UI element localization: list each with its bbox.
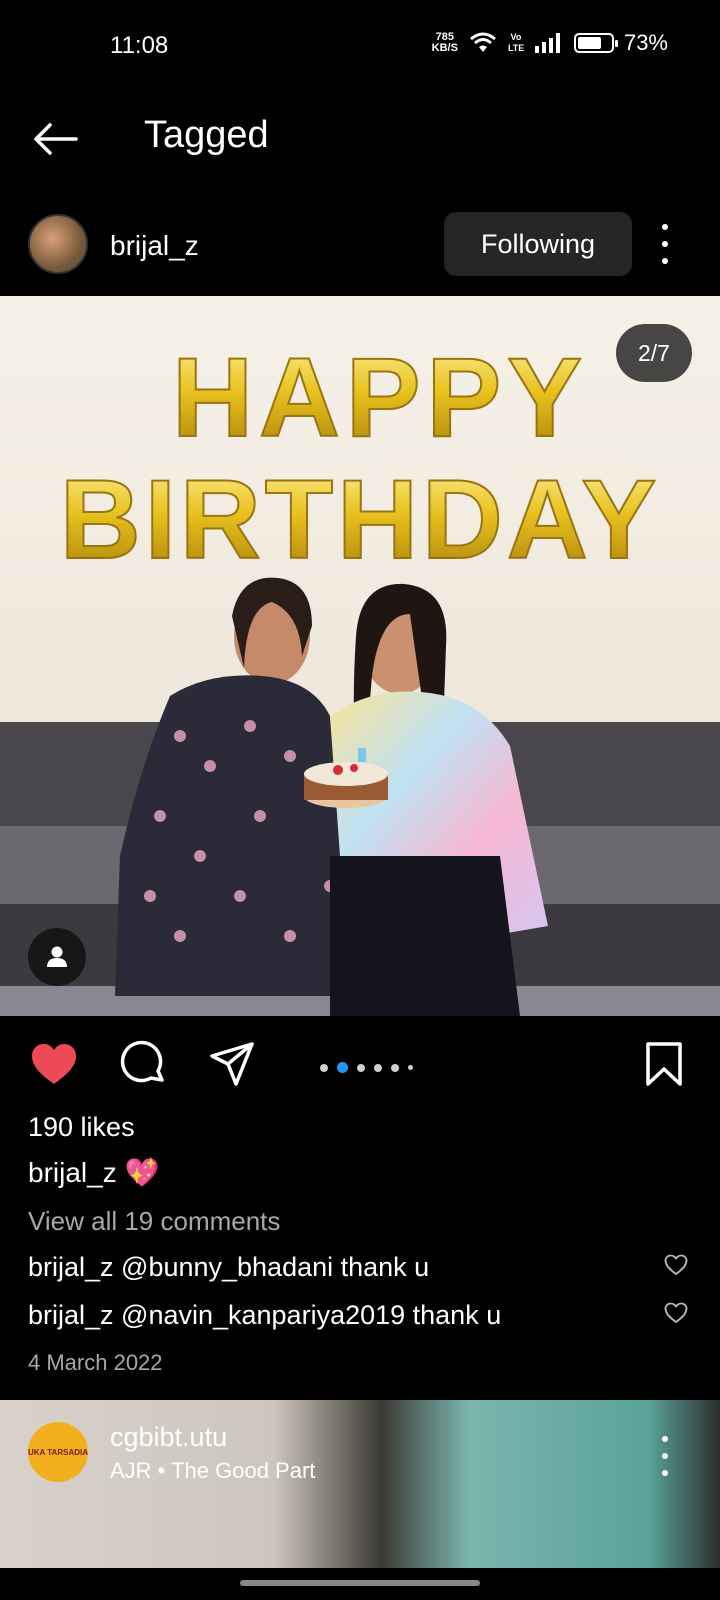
- post-caption: brijal_z 💖: [28, 1157, 160, 1188]
- post-date: 4 March 2022: [28, 1350, 163, 1375]
- heart-filled-icon: [32, 1044, 76, 1084]
- comment-row: brijal_z @navin_kanpariya2019 thank u: [28, 1300, 688, 1331]
- post-actions: [0, 1030, 720, 1094]
- status-icons: 785 KB/S Vo LTE 73%: [432, 30, 668, 56]
- avatar[interactable]: [28, 214, 88, 274]
- more-options-button[interactable]: [650, 224, 680, 264]
- save-button[interactable]: [640, 1040, 688, 1088]
- post-photo[interactable]: HAPPY BIRTHDAY 2/7: [0, 296, 720, 1016]
- carousel-counter: 2/7: [616, 324, 692, 382]
- next-post-avatar[interactable]: UKA TARSADIA: [28, 1422, 88, 1482]
- next-post-audio[interactable]: AJR • The Good Part: [110, 1458, 315, 1484]
- volte-icon: Vo LTE: [507, 32, 525, 53]
- view-all-comments-link[interactable]: View all 19 comments: [28, 1206, 280, 1237]
- speech-bubble-icon: [120, 1040, 164, 1083]
- post-header: brijal_z Following: [0, 206, 720, 286]
- signal-icon: [534, 33, 560, 53]
- like-button[interactable]: [30, 1040, 78, 1088]
- wifi-icon: [469, 32, 496, 52]
- carousel-dot-active: [337, 1062, 348, 1073]
- carousel-indicator: [320, 1062, 413, 1073]
- person-icon: [47, 946, 67, 967]
- next-post-header: UKA TARSADIA cgbibt.utu AJR • The Good P…: [0, 1400, 720, 1568]
- likes-count[interactable]: 190 likes: [28, 1112, 135, 1143]
- heart-outline-icon[interactable]: [664, 1302, 688, 1324]
- carousel-dot: [374, 1063, 382, 1072]
- more-options-button[interactable]: [650, 1436, 680, 1476]
- net-speed: 785 KB/S: [432, 32, 458, 54]
- battery-fill: [577, 37, 602, 49]
- home-indicator[interactable]: [240, 1580, 480, 1586]
- more-dot-icon: [662, 224, 668, 230]
- photo-scene: HAPPY BIRTHDAY: [0, 296, 720, 1016]
- battery-percent: 73%: [623, 30, 668, 55]
- system-nav-bar: [0, 1568, 720, 1600]
- photo-banner-happy: HAPPY: [172, 335, 588, 460]
- post-username[interactable]: brijal_z: [110, 230, 199, 262]
- bookmark-icon: [646, 1042, 682, 1086]
- paper-plane-icon: [210, 1042, 254, 1086]
- carousel-dot: [408, 1065, 413, 1070]
- arrow-left-icon: [34, 123, 78, 155]
- battery-icon: [573, 33, 618, 53]
- carousel-dot: [357, 1063, 365, 1072]
- comment-text: brijal_z @navin_kanpariya2019 thank u: [28, 1300, 502, 1330]
- share-button[interactable]: [208, 1040, 256, 1088]
- more-dot-icon: [662, 241, 668, 247]
- carousel-dot: [320, 1063, 328, 1072]
- comment-button[interactable]: [120, 1040, 168, 1088]
- carousel-dot: [391, 1063, 399, 1072]
- photo-banner-birthday: BIRTHDAY: [60, 457, 660, 582]
- status-time: 11:08: [110, 32, 169, 59]
- status-bar: 11:08 785 KB/S Vo LTE 73%: [0, 0, 720, 96]
- more-dot-icon: [662, 1453, 668, 1459]
- tagged-people-button[interactable]: [28, 928, 86, 986]
- following-button[interactable]: Following: [444, 212, 632, 276]
- net-speed-unit: KB/S: [431, 42, 458, 54]
- next-post-username[interactable]: cgbibt.utu: [110, 1422, 227, 1453]
- comment-row: brijal_z @bunny_bhadani thank u: [28, 1252, 688, 1283]
- app-header: Tagged: [0, 96, 720, 182]
- page-title: Tagged: [144, 114, 269, 156]
- more-dot-icon: [662, 1470, 668, 1476]
- more-dot-icon: [662, 258, 668, 264]
- more-dot-icon: [662, 1436, 668, 1442]
- back-button[interactable]: [30, 114, 80, 164]
- comment-text: brijal_z @bunny_bhadani thank u: [28, 1252, 430, 1282]
- heart-outline-icon[interactable]: [664, 1254, 688, 1276]
